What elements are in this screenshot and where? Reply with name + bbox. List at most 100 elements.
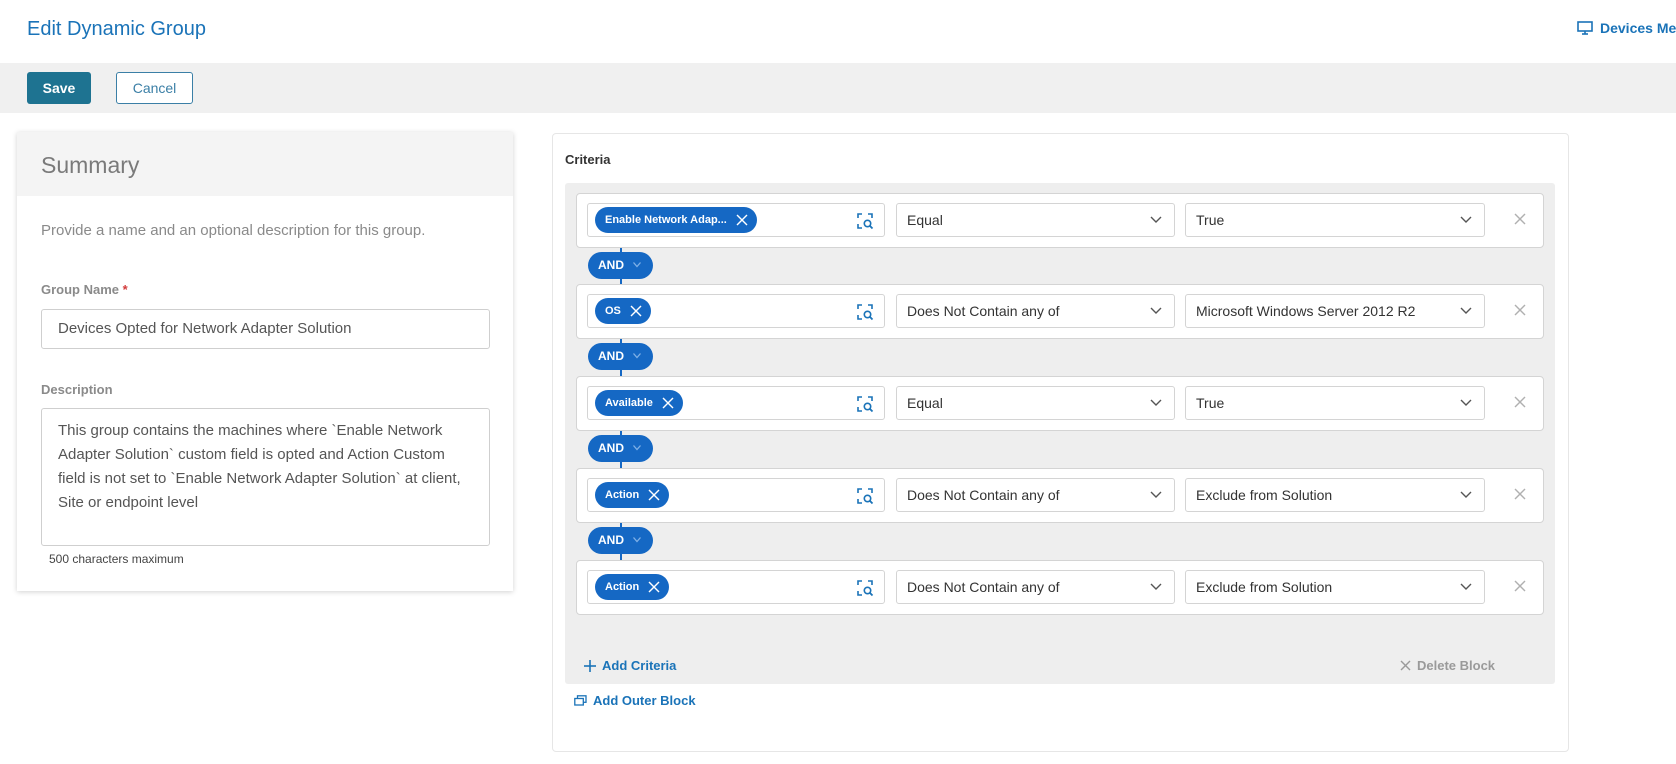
chevron-down-icon xyxy=(633,445,641,451)
description-textarea[interactable]: This group contains the machines where `… xyxy=(41,408,490,546)
and-label: AND xyxy=(598,533,624,547)
delete-block-label: Delete Block xyxy=(1417,658,1496,673)
value-select[interactable]: Exclude from Solution xyxy=(1185,478,1485,512)
field-selector[interactable]: OS xyxy=(587,294,885,328)
field-selector[interactable]: Action xyxy=(587,570,885,604)
save-button[interactable]: Save xyxy=(27,72,91,104)
field-chip-label: OS xyxy=(605,305,621,317)
chip-remove-icon[interactable] xyxy=(648,581,660,593)
add-criteria-button[interactable]: Add Criteria xyxy=(584,658,676,673)
operator-value: Equal xyxy=(907,212,943,228)
page-title: Edit Dynamic Group xyxy=(27,18,206,40)
value-text: True xyxy=(1196,212,1225,228)
field-chip: Action xyxy=(595,482,669,508)
criteria-label: Criteria xyxy=(565,152,611,167)
and-operator-toggle[interactable]: AND xyxy=(588,527,653,554)
field-chip: Action xyxy=(595,574,669,600)
and-operator-toggle[interactable]: AND xyxy=(588,435,653,462)
chevron-down-icon xyxy=(1460,307,1472,314)
and-label: AND xyxy=(598,441,624,455)
field-chip-label: Available xyxy=(605,397,653,409)
field-chip-label: Action xyxy=(605,489,640,501)
operator-select[interactable]: Does Not Contain any of xyxy=(896,294,1175,328)
value-text: True xyxy=(1196,395,1225,411)
chevron-down-icon xyxy=(633,262,641,268)
criteria-row: OS Does Not Contain any of Microsoft Windo… xyxy=(576,284,1544,339)
remove-row-icon[interactable] xyxy=(1514,304,1526,316)
operator-value: Does Not Contain any of xyxy=(907,487,1060,503)
summary-header: Summary xyxy=(17,132,513,196)
field-search-icon[interactable] xyxy=(856,395,874,413)
chip-remove-icon[interactable] xyxy=(648,489,660,501)
add-block-icon xyxy=(574,695,587,706)
field-selector[interactable]: Action xyxy=(587,478,885,512)
and-operator-toggle[interactable]: AND xyxy=(588,343,653,370)
chip-remove-icon[interactable] xyxy=(630,305,642,317)
operator-select[interactable]: Does Not Contain any of xyxy=(896,478,1175,512)
group-name-label-text: Group Name xyxy=(41,282,120,297)
operator-value: Does Not Contain any of xyxy=(907,303,1060,319)
delete-block-button[interactable]: Delete Block xyxy=(1400,658,1495,673)
chevron-down-icon xyxy=(1150,583,1162,590)
group-name-label: Group Name * xyxy=(41,282,128,297)
group-name-input[interactable]: Devices Opted for Network Adapter Soluti… xyxy=(41,309,490,349)
value-text: Exclude from Solution xyxy=(1196,579,1333,595)
summary-description: Provide a name and an optional descripti… xyxy=(41,222,426,239)
description-label: Description xyxy=(41,382,113,397)
and-label: AND xyxy=(598,258,624,272)
criteria-row: Action Does Not Contain any of Exclude fro… xyxy=(576,560,1544,615)
field-search-icon[interactable] xyxy=(856,487,874,505)
criteria-row: Enable Network Adap... Equal True xyxy=(576,193,1544,248)
criteria-card: Criteria Add Criteria Delete Block Enabl… xyxy=(552,133,1569,752)
close-icon xyxy=(1400,660,1411,671)
field-search-icon[interactable] xyxy=(856,303,874,321)
operator-select[interactable]: Equal xyxy=(896,386,1175,420)
remove-row-icon[interactable] xyxy=(1514,488,1526,500)
chevron-down-icon xyxy=(1460,216,1472,223)
chevron-down-icon xyxy=(1460,399,1472,406)
field-selector[interactable]: Available xyxy=(587,386,885,420)
operator-select[interactable]: Equal xyxy=(896,203,1175,237)
add-outer-block-button[interactable]: Add Outer Block xyxy=(574,693,696,708)
operator-select[interactable]: Does Not Contain any of xyxy=(896,570,1175,604)
chevron-down-icon xyxy=(1150,399,1162,406)
value-select[interactable]: True xyxy=(1185,386,1485,420)
and-label: AND xyxy=(598,349,624,363)
chevron-down-icon xyxy=(1150,491,1162,498)
value-select[interactable]: Exclude from Solution xyxy=(1185,570,1485,604)
remove-row-icon[interactable] xyxy=(1514,580,1526,592)
field-selector[interactable]: Enable Network Adap... xyxy=(587,203,885,237)
add-criteria-label: Add Criteria xyxy=(602,658,677,673)
chevron-down-icon xyxy=(633,353,641,359)
value-text: Exclude from Solution xyxy=(1196,487,1333,503)
field-search-icon[interactable] xyxy=(856,212,874,230)
devices-menu-link[interactable]: Devices Me xyxy=(1577,20,1676,36)
criteria-row: Available Equal True xyxy=(576,376,1544,431)
field-search-icon[interactable] xyxy=(856,579,874,597)
remove-row-icon[interactable] xyxy=(1514,213,1526,225)
monitor-icon xyxy=(1577,21,1593,35)
field-chip: Available xyxy=(595,390,683,416)
chevron-down-icon xyxy=(1150,307,1162,314)
devices-menu-label: Devices Me xyxy=(1600,20,1676,36)
chevron-down-icon xyxy=(1150,216,1162,223)
toolbar xyxy=(0,63,1676,113)
remove-row-icon[interactable] xyxy=(1514,396,1526,408)
value-select[interactable]: True xyxy=(1185,203,1485,237)
chevron-down-icon xyxy=(633,537,641,543)
chip-remove-icon[interactable] xyxy=(662,397,674,409)
and-operator-toggle[interactable]: AND xyxy=(588,252,653,279)
chevron-down-icon xyxy=(1460,583,1472,590)
required-marker: * xyxy=(122,282,128,297)
value-select[interactable]: Microsoft Windows Server 2012 R2 xyxy=(1185,294,1485,328)
value-text: Microsoft Windows Server 2012 R2 xyxy=(1196,303,1416,319)
field-chip-label: Enable Network Adap... xyxy=(605,214,727,226)
field-chip: OS xyxy=(595,298,651,324)
summary-title: Summary xyxy=(41,152,140,178)
cancel-button[interactable]: Cancel xyxy=(116,72,193,104)
field-chip-label: Action xyxy=(605,581,640,593)
criteria-row: Action Does Not Contain any of Exclude fro… xyxy=(576,468,1544,523)
operator-value: Equal xyxy=(907,395,943,411)
operator-value: Does Not Contain any of xyxy=(907,579,1060,595)
chip-remove-icon[interactable] xyxy=(736,214,748,226)
